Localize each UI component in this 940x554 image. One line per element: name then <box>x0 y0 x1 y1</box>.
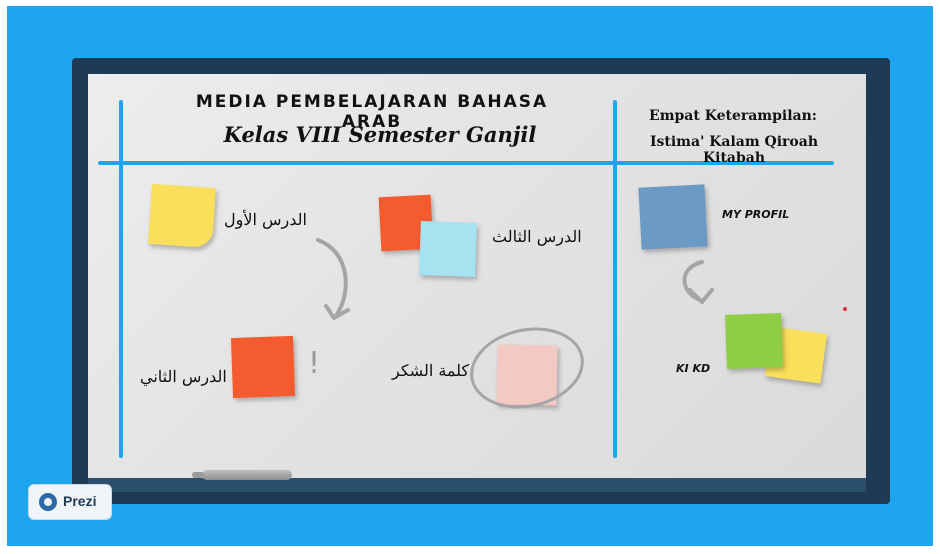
whiteboard-tray <box>88 478 866 492</box>
exclamation-mark: ! <box>308 346 321 381</box>
lesson1-label[interactable]: الدرس الأول <box>224 210 307 229</box>
sticky-note-lesson3-cyan[interactable] <box>419 221 477 277</box>
prezi-presentation-stage: MEDIA PEMBELAJARAN BAHASA ARAB Kelas VII… <box>0 0 940 554</box>
middle-vertical-line <box>613 100 617 458</box>
prezi-label: Prezi <box>63 493 97 509</box>
profile-label[interactable]: MY PROFIL <box>722 208 789 221</box>
marker-icon <box>192 470 292 480</box>
prezi-icon <box>39 493 57 511</box>
kikd-label[interactable]: KI KD <box>676 362 710 375</box>
thanks-label[interactable]: كلمة الشكر <box>392 361 469 380</box>
prezi-logo-button[interactable]: Prezi <box>28 484 112 520</box>
skills-list: Istima' Kalam Qiroah Kitabah <box>649 134 819 166</box>
sticky-note-kikd-green[interactable] <box>725 313 783 369</box>
page-subtitle: Kelas VIII Semester Ganjil <box>223 122 537 147</box>
sticky-note-lesson2[interactable] <box>230 335 296 399</box>
skills-heading: Empat Keterampilan: <box>649 108 817 124</box>
sticky-note-thanks[interactable] <box>496 344 558 406</box>
left-vertical-line <box>119 100 123 458</box>
sticky-note-profile[interactable] <box>638 184 708 250</box>
sticky-note-lesson1[interactable] <box>147 183 217 249</box>
lesson2-label[interactable]: الدرس الثاني <box>140 367 227 386</box>
lesson3-label[interactable]: الدرس الثالث <box>492 227 582 246</box>
